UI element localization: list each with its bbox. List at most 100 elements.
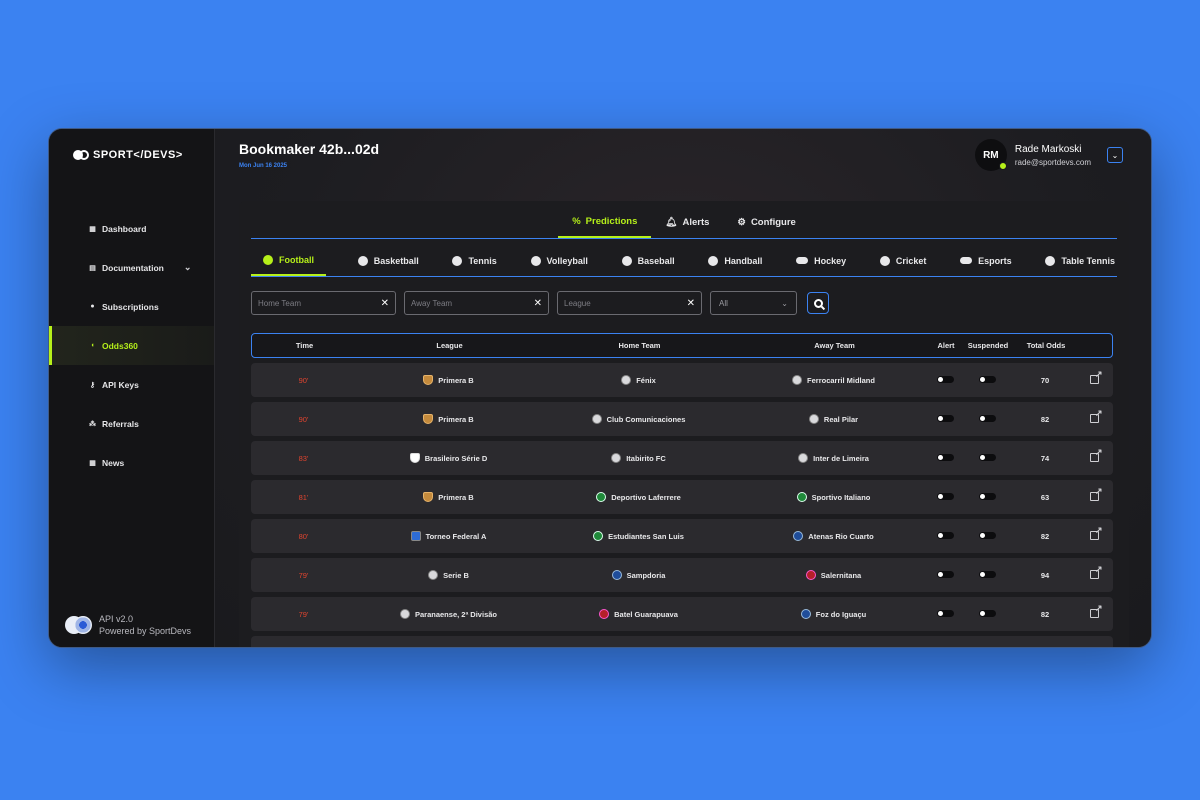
sidebar-item-referrals[interactable]: ⁂ Referrals xyxy=(49,404,214,443)
sidebar-item-odds360[interactable]: ◖ Odds360 xyxy=(49,326,214,365)
team-logo-icon xyxy=(621,375,632,385)
external-link-icon[interactable] xyxy=(1089,369,1103,384)
online-status-icon xyxy=(998,162,1007,170)
tab-table-tennis[interactable]: Table Tennis xyxy=(1043,245,1117,276)
match-time: 90' xyxy=(298,375,309,385)
league-name: Brasileiro Série D xyxy=(424,453,488,463)
team-logo-icon xyxy=(611,570,622,580)
alert-toggle[interactable] xyxy=(936,492,954,500)
gamepad-icon xyxy=(960,257,973,264)
page-date: Mon Jun 16 2025 xyxy=(239,163,288,169)
alert-toggle[interactable] xyxy=(936,375,954,383)
table-row[interactable]: 83' Brasileiro Série D Itabirito FC Inte… xyxy=(251,441,1113,475)
odds-icon: ◖ xyxy=(90,342,95,349)
chevron-down-icon[interactable]: ⌄ xyxy=(184,262,192,273)
tab-hockey[interactable]: Hockey xyxy=(794,245,848,276)
external-link-icon[interactable] xyxy=(1089,486,1103,501)
alert-toggle[interactable] xyxy=(936,453,954,461)
alert-toggle[interactable] xyxy=(936,414,954,422)
clear-icon[interactable]: ✕ xyxy=(381,298,389,309)
team-logo-icon xyxy=(800,609,811,619)
table-row[interactable]: 79' Paranaense, 2ª Divisão Batel Guarapu… xyxy=(251,597,1113,631)
col-suspended: Suspended xyxy=(967,341,1009,350)
tab-volleyball[interactable]: Volleyball xyxy=(529,245,590,276)
tab-alerts[interactable]: 🔔︎ Alerts xyxy=(651,207,723,238)
chevron-down-icon: ⌄ xyxy=(1111,150,1119,160)
avatar-initials: RM xyxy=(983,149,999,161)
tab-configure[interactable]: ⚙ Configure xyxy=(723,207,809,238)
tab-handball[interactable]: Handball xyxy=(706,245,764,276)
external-link-icon[interactable] xyxy=(1089,603,1103,618)
tab-label: Baseball xyxy=(637,255,675,266)
clear-icon[interactable]: ✕ xyxy=(534,298,542,309)
table-tennis-icon xyxy=(1045,255,1056,266)
table-row[interactable]: 79' Serie B Sampdoria Salernitana 94 xyxy=(251,558,1113,592)
sidebar-item-documentation[interactable]: ▤ Documentation ⌄ xyxy=(49,248,214,287)
sidebar-item-news[interactable]: ▦ News xyxy=(49,443,214,482)
tab-tennis[interactable]: Tennis xyxy=(450,245,498,276)
suspended-toggle[interactable] xyxy=(978,453,996,461)
baseball-icon xyxy=(621,255,632,266)
match-time: 79' xyxy=(298,570,309,580)
api-version: API v2.0 xyxy=(99,614,134,624)
table-row[interactable]: 81' Primera B Deportivo Laferrere Sporti… xyxy=(251,480,1113,514)
league-input[interactable] xyxy=(564,298,674,308)
external-link-icon[interactable] xyxy=(1089,564,1103,579)
user-email: rade@sportdevs.com xyxy=(1014,157,1091,167)
table-row[interactable]: 90' Primera B Club Comunicaciones Real P… xyxy=(251,402,1113,436)
suspended-toggle[interactable] xyxy=(978,492,996,500)
alert-toggle[interactable] xyxy=(936,570,954,578)
table-header: Time League Home Team Away Team Alert Su… xyxy=(251,333,1113,358)
alert-toggle[interactable] xyxy=(936,531,954,539)
tab-baseball[interactable]: Baseball xyxy=(620,245,677,276)
sidebar-item-subscriptions[interactable]: ● Subscriptions xyxy=(49,287,214,326)
external-link-icon[interactable] xyxy=(1089,447,1103,462)
table-row[interactable]: 80' Torneo Federal A Estudiantes San Lui… xyxy=(251,519,1113,553)
home-team-name: Deportivo Laferrere xyxy=(611,492,681,502)
league-name: Primera B xyxy=(438,492,474,502)
suspended-toggle[interactable] xyxy=(978,609,996,617)
external-link-icon[interactable] xyxy=(1089,525,1103,540)
suspended-toggle[interactable] xyxy=(978,375,996,383)
away-team-input[interactable] xyxy=(411,298,521,308)
team-logo-icon xyxy=(611,453,622,463)
tab-basketball[interactable]: Basketball xyxy=(356,245,421,276)
sidebar-item-dashboard[interactable]: ▦ Dashboard xyxy=(49,209,214,248)
avatar[interactable]: RM xyxy=(974,139,1007,171)
odds-panel: % Predictions 🔔︎ Alerts ⚙ Configure Foot… xyxy=(239,201,1129,647)
external-link-icon[interactable] xyxy=(1089,408,1103,423)
tab-cricket[interactable]: Cricket xyxy=(878,245,929,276)
brand-logo[interactable]: SPORT</DEVS> xyxy=(73,149,183,161)
home-team-filter: ✕ xyxy=(251,291,396,315)
tab-esports[interactable]: Esports xyxy=(958,245,1014,276)
search-button[interactable] xyxy=(807,292,829,314)
tab-football[interactable]: Football xyxy=(251,245,326,276)
news-icon: ▦ xyxy=(89,459,96,467)
status-select[interactable]: All ⌄ xyxy=(710,291,797,315)
team-logo-icon xyxy=(798,453,809,463)
home-team-input[interactable] xyxy=(258,298,368,308)
handball-icon xyxy=(708,255,719,266)
col-away-team: Away Team xyxy=(814,341,855,350)
user-menu-button[interactable]: ⌄ xyxy=(1107,147,1123,163)
percent-icon: % xyxy=(572,216,581,227)
total-odds: 74 xyxy=(1040,453,1050,463)
app-window: SPORT</DEVS> ▦ Dashboard ▤ Documentation… xyxy=(48,128,1152,648)
table-row[interactable] xyxy=(251,636,1113,647)
alert-toggle[interactable] xyxy=(936,609,954,617)
tab-predictions[interactable]: % Predictions xyxy=(558,207,652,238)
match-time: 83' xyxy=(298,453,309,463)
team-logo-icon xyxy=(808,414,819,424)
league-logo-icon xyxy=(423,414,434,424)
suspended-toggle[interactable] xyxy=(978,570,996,578)
sidebar-item-api-keys[interactable]: ⚷ API Keys xyxy=(49,365,214,404)
sport-tabs: Football Basketball Tennis Volleyball Ba… xyxy=(251,245,1117,277)
suspended-toggle[interactable] xyxy=(978,531,996,539)
sidebar-item-label: Odds360 xyxy=(102,340,138,351)
table-row[interactable]: 90' Primera B Fénix Ferrocarril Midland … xyxy=(251,363,1113,397)
cricket-icon xyxy=(879,255,890,266)
suspended-toggle[interactable] xyxy=(978,414,996,422)
total-odds: 70 xyxy=(1040,375,1050,385)
clear-icon[interactable]: ✕ xyxy=(687,298,695,309)
sidebar-item-label: Subscriptions xyxy=(102,301,159,312)
